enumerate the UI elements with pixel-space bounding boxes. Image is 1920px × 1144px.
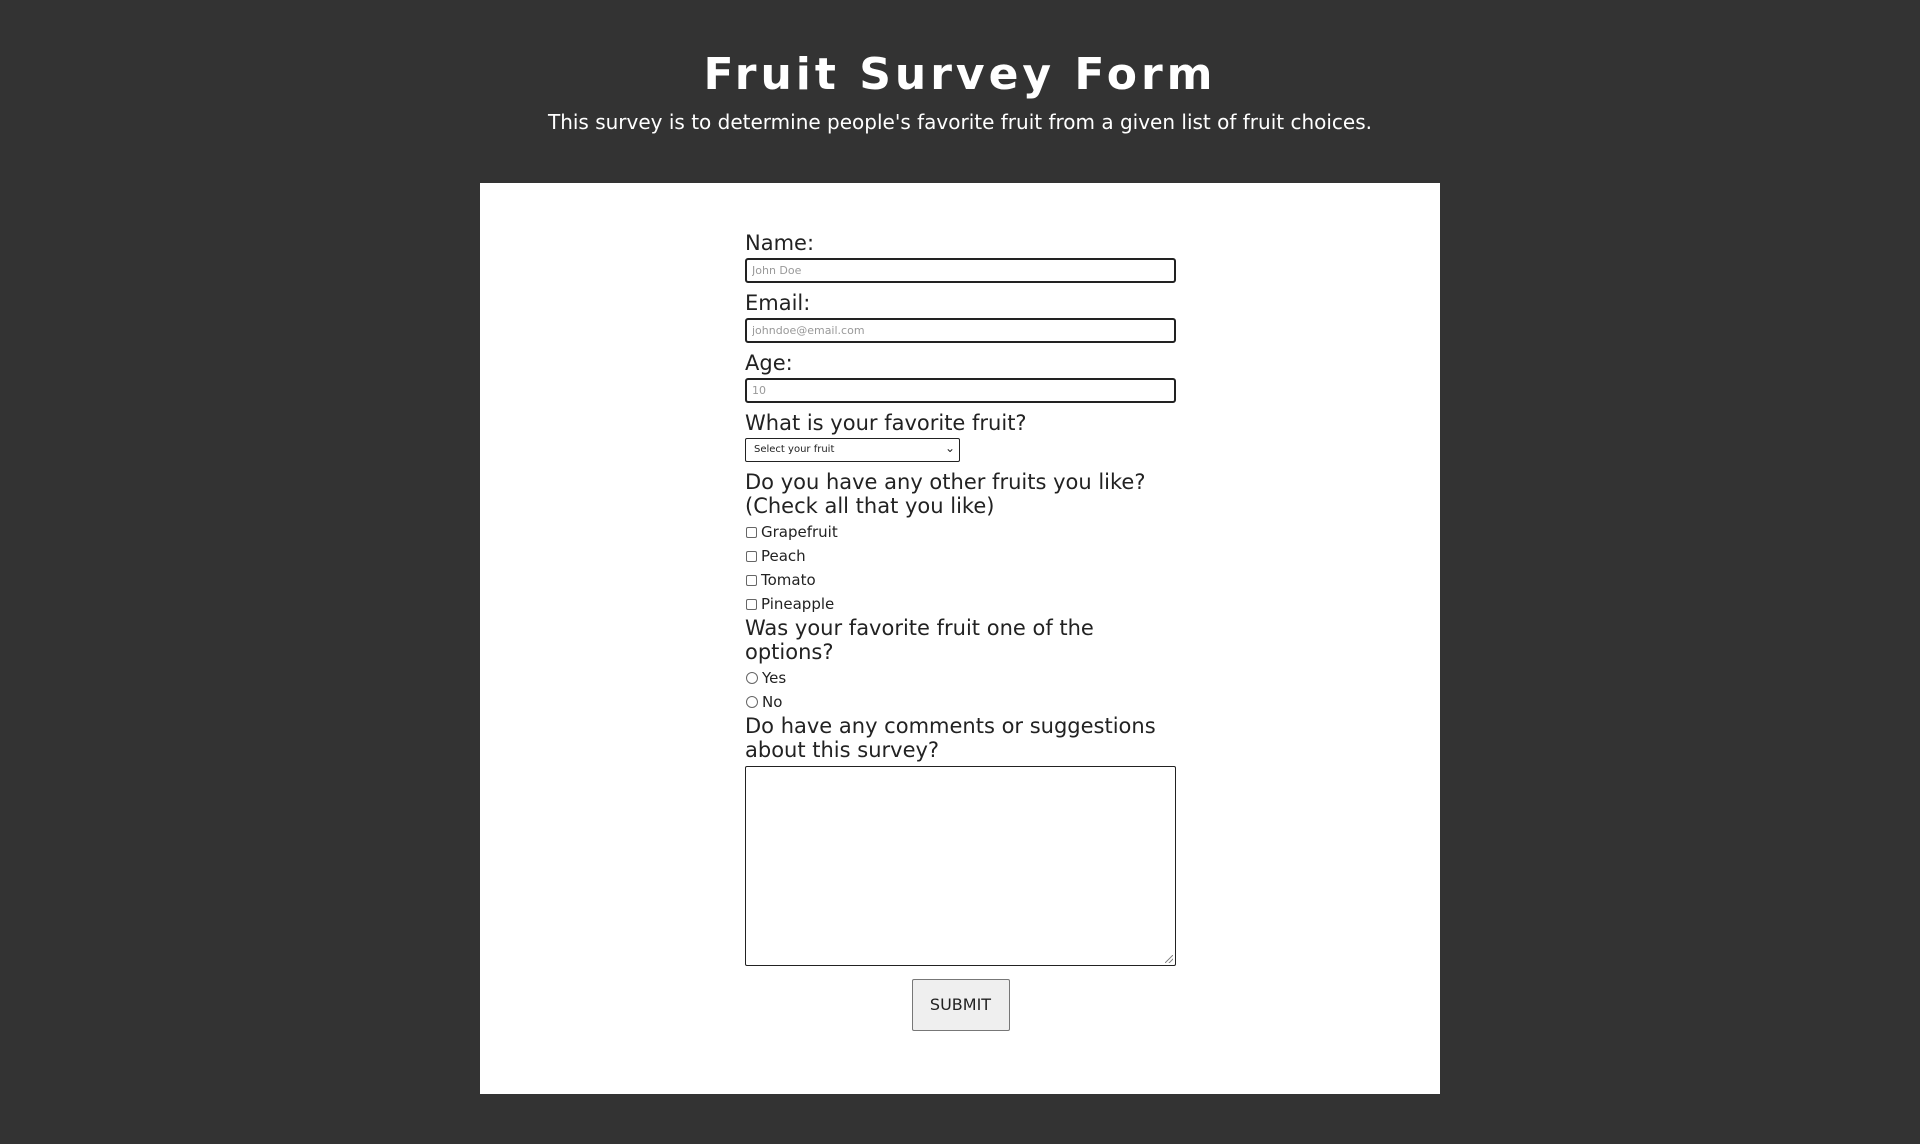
favorite-fruit-label: What is your favorite fruit? <box>745 411 1027 435</box>
age-input[interactable] <box>745 378 1176 403</box>
peach-label: Peach <box>761 547 806 565</box>
page-title: Fruit Survey Form <box>703 49 1217 100</box>
chevron-down-icon: ⌄ <box>944 441 955 455</box>
favorite-in-options-label: Was your favorite fruit one of the optio… <box>745 616 1094 664</box>
other-fruits-label: Do you have any other fruits you like? (… <box>745 470 1146 518</box>
checkbox-option-tomato[interactable]: Tomato <box>745 568 1176 592</box>
submit-wrapper: SUBMIT <box>745 979 1176 1031</box>
page-description: This survey is to determine people's fav… <box>547 110 1372 134</box>
grapefruit-label: Grapefruit <box>761 523 838 541</box>
age-label: Age: <box>745 351 793 375</box>
name-label: Name: <box>745 231 815 255</box>
tomato-checkbox[interactable] <box>746 574 757 586</box>
pineapple-checkbox[interactable] <box>746 598 757 610</box>
grapefruit-checkbox[interactable] <box>746 526 757 538</box>
submit-button[interactable]: SUBMIT <box>911 979 1010 1031</box>
checkbox-option-pineapple[interactable]: Pineapple <box>745 592 1176 616</box>
tomato-label: Tomato <box>761 571 816 589</box>
favorite-fruit-selected-value: Select your fruit <box>754 444 835 455</box>
pineapple-label: Pineapple <box>761 595 835 613</box>
yes-label: Yes <box>762 669 787 687</box>
comments-textarea[interactable] <box>745 766 1176 966</box>
checkbox-option-grapefruit[interactable]: Grapefruit <box>745 520 1176 544</box>
radio-option-yes[interactable]: Yes <box>745 666 1176 690</box>
no-label: No <box>762 693 783 711</box>
name-input[interactable] <box>745 258 1176 283</box>
email-label: Email: <box>745 291 811 315</box>
page-header: Fruit Survey Form This survey is to dete… <box>0 0 1920 135</box>
checkbox-option-peach[interactable]: Peach <box>745 544 1176 568</box>
peach-checkbox[interactable] <box>746 550 757 562</box>
survey-form-container: Name: Email: Age: What is your favorite … <box>480 183 1440 1094</box>
resize-grip-icon[interactable] <box>1165 955 1173 963</box>
comments-label: Do have any comments or suggestions abou… <box>745 714 1156 762</box>
favorite-fruit-select[interactable]: Select your fruit ⌄ <box>745 438 960 462</box>
yes-radio[interactable] <box>746 672 758 684</box>
email-input[interactable] <box>745 318 1176 343</box>
survey-form: Name: Email: Age: What is your favorite … <box>745 231 1176 1031</box>
radio-option-no[interactable]: No <box>745 690 1176 714</box>
no-radio[interactable] <box>746 696 758 708</box>
